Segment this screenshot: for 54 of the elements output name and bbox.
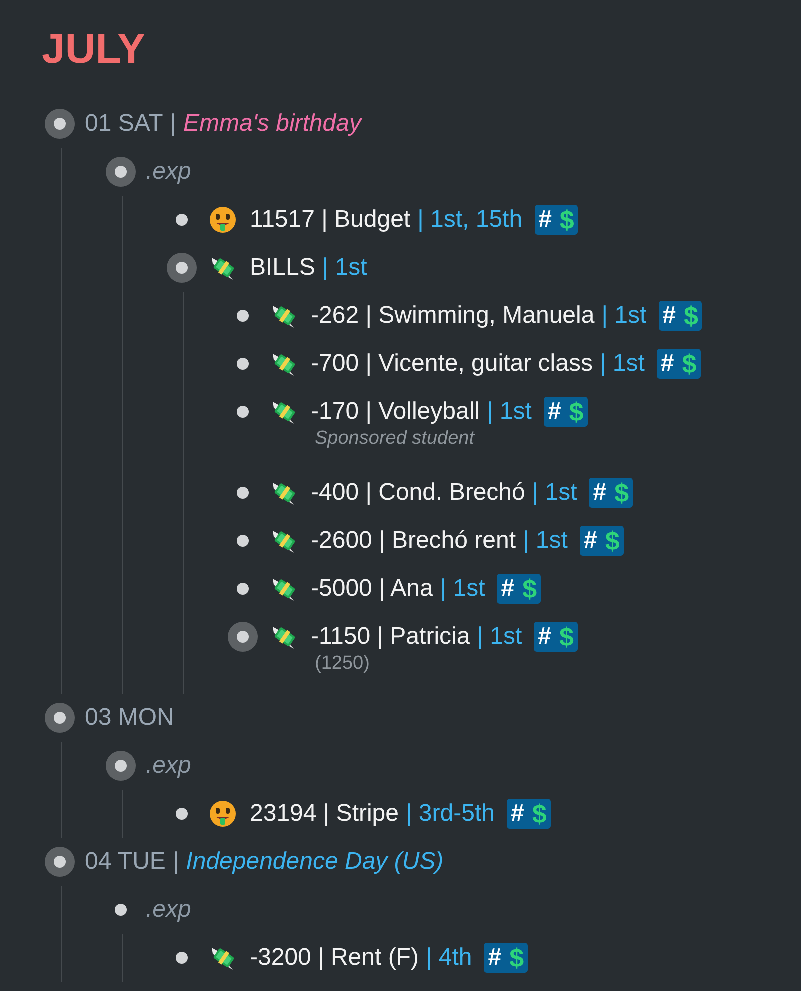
bullet[interactable] [106, 157, 136, 187]
schedule-text: | 1st [487, 398, 532, 426]
entry-label: -262 | Swimming, Manuela [311, 302, 595, 330]
group-label: .exp [146, 896, 192, 924]
separator: | [172, 848, 180, 876]
event-title: Emma's birthday [184, 110, 362, 138]
note-text: (1250) [315, 653, 371, 675]
entry-label: -5000 | Ana [311, 575, 434, 603]
note-text: Sponsored student [315, 428, 476, 450]
tag[interactable]: # $ [484, 943, 528, 973]
entry-label: BILLS [250, 254, 316, 282]
tag[interactable]: # $ [656, 349, 701, 379]
schedule-text: | 1st [440, 575, 486, 603]
bullet[interactable] [45, 703, 75, 733]
entry-label: -3200 | Rent (F) [250, 944, 419, 972]
tag[interactable]: # $ [580, 526, 624, 556]
tag[interactable]: # $ [544, 397, 588, 427]
schedule-text: | 1st [602, 302, 647, 330]
tag[interactable]: # $ [534, 205, 578, 235]
tag[interactable]: # $ [589, 478, 634, 508]
month-title: JULY [42, 24, 147, 74]
event-title: Independence Day (US) [186, 848, 444, 876]
schedule-text: | 1st [532, 479, 578, 507]
money-face-icon [209, 206, 237, 234]
day-heading: 01 SAT [85, 110, 164, 138]
entry-label: 11517 | Budget [250, 206, 411, 234]
group-label: .exp [146, 752, 192, 780]
bullet[interactable] [45, 109, 75, 139]
bullet[interactable] [106, 751, 136, 781]
day-heading: 04 TUE [85, 848, 166, 876]
schedule-text: | 1st [477, 623, 522, 651]
schedule-text: | 1st [600, 350, 645, 378]
tag[interactable]: # $ [658, 301, 702, 331]
schedule-text: | 1st, 15th [418, 206, 523, 234]
entry-label: -170 | Volleyball [311, 398, 480, 426]
schedule-text: | 4th [426, 944, 472, 972]
schedule-text: | 1st [523, 527, 568, 555]
money-face-icon [209, 800, 237, 828]
group-label: .exp [146, 158, 192, 186]
tag[interactable]: # $ [506, 799, 551, 829]
schedule-text: | 3rd-5th [406, 800, 495, 828]
entry-label: -700 | Vicente, guitar class [311, 350, 593, 378]
tag[interactable]: # $ [497, 574, 542, 604]
day-heading: 03 MON [85, 704, 174, 732]
bullet[interactable] [228, 622, 258, 652]
entry-label: 23194 | Stripe [250, 800, 400, 828]
bullet[interactable] [45, 847, 75, 877]
separator: | [170, 110, 176, 138]
bullet[interactable] [167, 253, 197, 283]
entry-label: -400 | Cond. Brechó [311, 479, 526, 507]
entry-label: -2600 | Brechó rent [311, 527, 516, 555]
entry-label: -1150 | Patricia [311, 623, 470, 651]
schedule-text: | 1st [322, 254, 368, 282]
tag[interactable]: # $ [534, 622, 578, 652]
